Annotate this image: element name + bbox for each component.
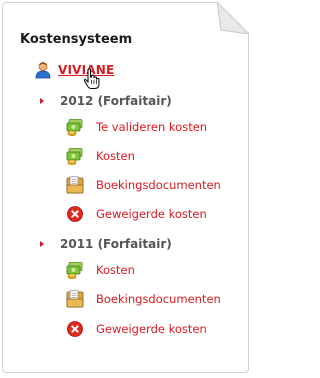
menu-item-boekingsdocumenten-2012[interactable]: Boekingsdocumenten (66, 176, 221, 194)
page-curl-icon (217, 2, 249, 34)
menu-item-label: Te valideren kosten (96, 120, 208, 134)
expand-arrow-icon (40, 98, 44, 104)
money-icon (66, 119, 83, 136)
panel-title: Kostensysteem (20, 32, 133, 47)
menu-item-boekingsdocumenten-2011[interactable]: Boekingsdocumenten (66, 290, 221, 308)
hand-cursor-icon (83, 68, 100, 89)
money-icon (66, 148, 83, 165)
year-2011-toggle[interactable]: 2011 (Forfaitair) (38, 237, 172, 251)
rejected-icon (67, 206, 83, 222)
menu-item-kosten-2011[interactable]: Kosten (66, 261, 135, 279)
menu-item-geweigerde-kosten-2012[interactable]: Geweigerde kosten (66, 205, 207, 223)
menu-item-label: Kosten (96, 263, 135, 277)
documents-icon (66, 290, 84, 308)
documents-icon (66, 176, 84, 194)
year-label: 2011 (Forfaitair) (60, 237, 172, 251)
menu-item-te-valideren-kosten[interactable]: Te valideren kosten (66, 118, 207, 136)
user-link[interactable]: VIVIANE (34, 61, 114, 79)
year-label: 2012 (Forfaitair) (60, 94, 172, 108)
menu-item-label: Geweigerde kosten (96, 207, 207, 221)
menu-item-kosten-2012[interactable]: Kosten (66, 147, 135, 165)
year-2012-toggle[interactable]: 2012 (Forfaitair) (38, 94, 172, 108)
rejected-icon (67, 321, 83, 337)
menu-item-geweigerde-kosten-2011[interactable]: Geweigerde kosten (66, 320, 207, 338)
menu-item-label: Boekingsdocumenten (96, 292, 221, 306)
menu-item-label: Kosten (96, 149, 135, 163)
user-icon (35, 62, 51, 79)
money-icon (66, 262, 83, 279)
expand-arrow-icon (40, 241, 44, 247)
menu-item-label: Boekingsdocumenten (96, 178, 221, 192)
menu-item-label: Geweigerde kosten (96, 322, 207, 336)
